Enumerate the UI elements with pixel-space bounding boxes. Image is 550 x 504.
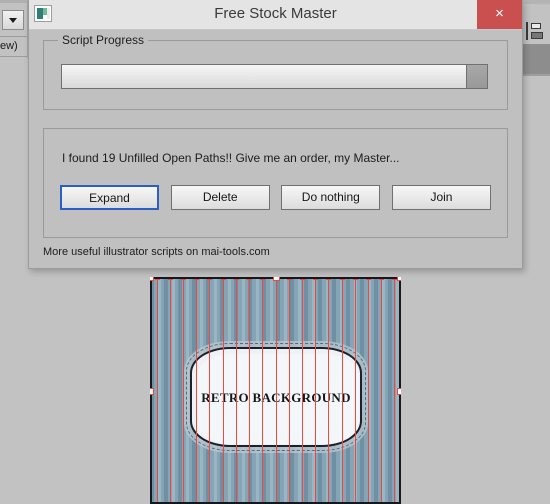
align-icon-rect-top — [531, 23, 541, 29]
delete-button[interactable]: Delete — [170, 185, 270, 210]
left-panel-divider — [0, 36, 30, 37]
cartouche-ornament: RETRO BACKGROUND — [184, 341, 368, 453]
dialog-title: Free Stock Master — [214, 5, 337, 22]
dialog-body: Script Progress I found 19 Unfilled Open… — [29, 30, 522, 269]
left-dropdown-button[interactable] — [2, 10, 24, 30]
dialog-footer-text: More useful illustrator scripts on mai-t… — [43, 246, 270, 258]
dialog-message: I found 19 Unfilled Open Paths!! Give me… — [62, 151, 400, 165]
artwork-title-text: RETRO BACKGROUND — [201, 390, 351, 405]
message-group: I found 19 Unfilled Open Paths!! Give me… — [43, 128, 508, 238]
progress-bar — [61, 64, 488, 89]
align-icon-rect-bottom — [531, 32, 543, 39]
progress-bar-fill — [465, 65, 487, 88]
cartouche-frame: RETRO BACKGROUND — [190, 347, 362, 447]
close-icon[interactable]: × — [477, 0, 522, 29]
join-button[interactable]: Join — [391, 185, 491, 210]
left-panel-divider-2 — [0, 56, 30, 57]
script-progress-group: Script Progress — [43, 33, 508, 110]
do-nothing-button[interactable]: Do nothing — [281, 185, 381, 210]
left-toolbar-fragment: ew) — [0, 0, 30, 58]
align-objects-icon[interactable] — [526, 22, 544, 40]
script-progress-legend: Script Progress — [58, 33, 149, 47]
expand-button[interactable]: Expand — [60, 185, 159, 210]
close-glyph: × — [495, 5, 504, 22]
left-panel-truncated-label: ew) — [0, 40, 18, 52]
artboard-canvas[interactable]: RETRO BACKGROUND — [150, 277, 401, 504]
left-panel-top-strip — [0, 0, 30, 3]
align-icon-bar — [526, 22, 528, 40]
free-stock-master-dialog: Free Stock Master × Script Progress I fo… — [28, 0, 523, 269]
dialog-button-row: Expand Delete Do nothing Join — [60, 185, 491, 210]
chevron-down-icon — [9, 18, 17, 23]
dialog-titlebar[interactable]: Free Stock Master × — [29, 0, 522, 30]
